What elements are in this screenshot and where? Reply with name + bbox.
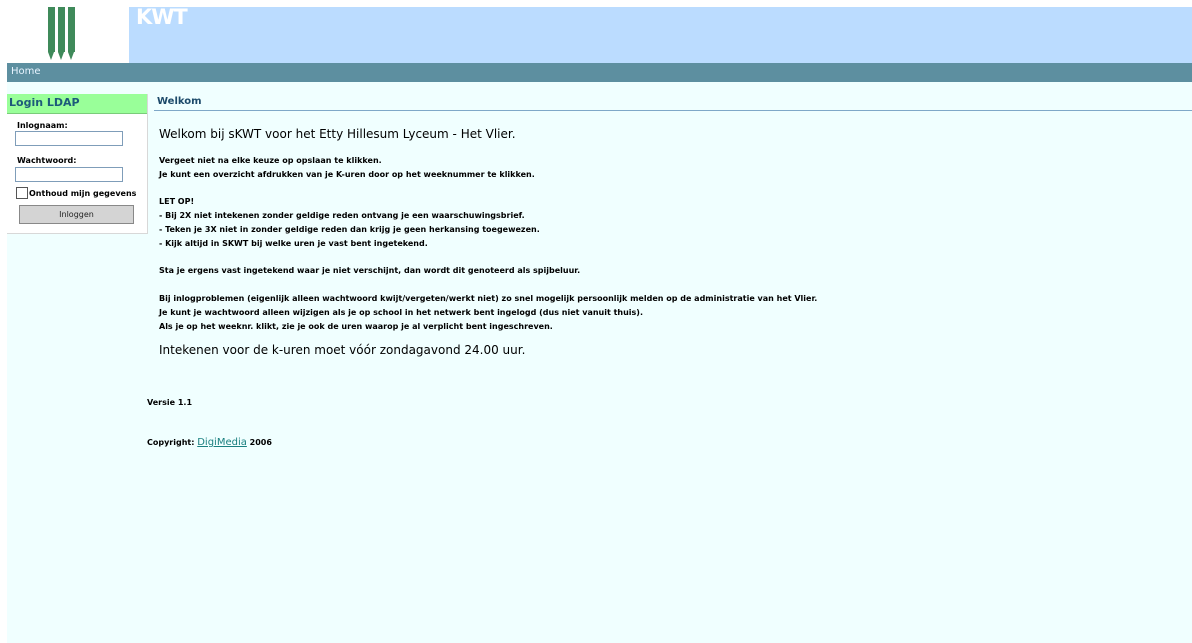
- nav-home-link[interactable]: Home: [11, 66, 41, 77]
- attention-heading: LET OP!: [159, 197, 195, 206]
- banner: [129, 7, 1192, 63]
- login-problem-line: Bij inlogproblemen (eigenlijk alleen wac…: [159, 294, 818, 303]
- page: KWT Home Login LDAP Inlognaam: Wachtwoor…: [7, 5, 1192, 643]
- remember-label: Onthoud mijn gegevens: [29, 189, 137, 198]
- login-panel-title: Login LDAP: [9, 96, 80, 109]
- copyright-line: Copyright: DigiMedia 2006: [147, 437, 272, 448]
- rule-line: - Bij 2X niet intekenen zonder geldige r…: [159, 211, 525, 220]
- deadline-notice: Intekenen voor de k-uren moet vóór zonda…: [159, 343, 526, 357]
- remember-checkbox[interactable]: [16, 187, 28, 199]
- login-button[interactable]: Inloggen: [19, 205, 134, 224]
- version-text: Versie 1.1: [147, 398, 193, 407]
- password-input[interactable]: [15, 167, 123, 182]
- banner-title: KWT: [136, 5, 188, 29]
- rule-line: - Teken je 3X niet in zonder geldige red…: [159, 225, 540, 234]
- login-panel: Login LDAP Inlognaam: Wachtwoord: Onthou…: [7, 94, 148, 234]
- logo-bar: [48, 7, 55, 60]
- school-logo-icon: [7, 7, 129, 63]
- login-problem-line: Je kunt je wachtwoord alleen wijzigen al…: [159, 308, 643, 317]
- copyright-prefix: Copyright:: [147, 438, 198, 447]
- truancy-note: Sta je ergens vast ingetekend waar je ni…: [159, 266, 581, 275]
- page-title: Welkom: [157, 96, 202, 107]
- username-label: Inlognaam:: [17, 121, 68, 130]
- login-panel-header: Login LDAP: [7, 94, 147, 114]
- username-input[interactable]: [15, 131, 123, 146]
- login-problem-line: Als je op het weeknr. klikt, zie je ook …: [159, 322, 553, 331]
- password-label: Wachtwoord:: [17, 156, 77, 165]
- copyright-link[interactable]: DigiMedia: [197, 437, 247, 448]
- logo-bar: [68, 7, 75, 60]
- main-header: Welkom: [154, 96, 1192, 111]
- nav-bar: Home: [7, 63, 1192, 82]
- header: KWT: [7, 5, 1192, 63]
- intro-line: Vergeet niet na elke keuze op opslaan te…: [159, 156, 382, 165]
- rule-line: - Kijk altijd in SKWT bij welke uren je …: [159, 239, 428, 248]
- logo-bar: [58, 7, 65, 60]
- welcome-heading: Welkom bij sKWT voor het Etty Hillesum L…: [159, 127, 516, 141]
- copyright-year: 2006: [246, 438, 272, 447]
- intro-line: Je kunt een overzicht afdrukken van je K…: [159, 170, 535, 179]
